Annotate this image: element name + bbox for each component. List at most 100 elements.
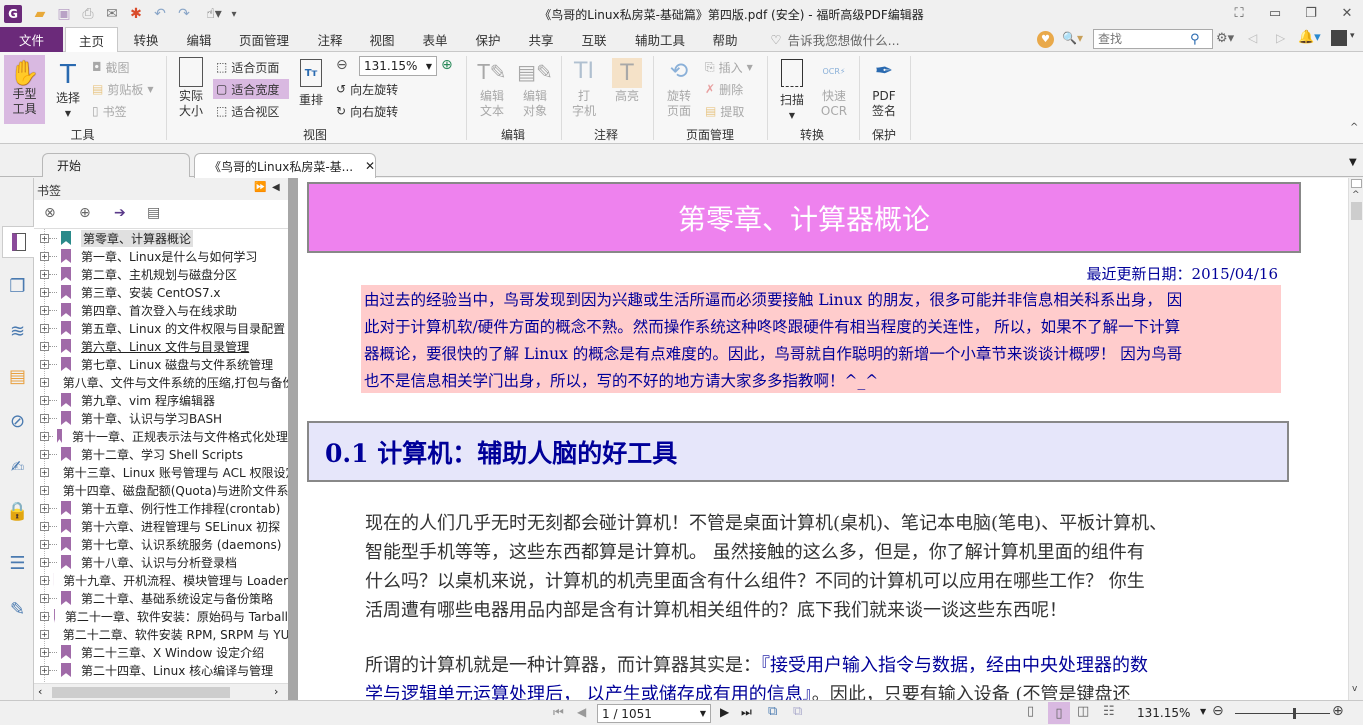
- expand-icon[interactable]: +: [40, 413, 49, 423]
- expand-icon[interactable]: +: [40, 557, 49, 567]
- clipboard-button[interactable]: ▤ 剪贴板 ▼: [92, 79, 154, 99]
- form-fields-icon[interactable]: ☰: [4, 550, 31, 576]
- continuous-page-icon[interactable]: ▯: [1048, 702, 1070, 724]
- continuous-facing-icon[interactable]: ☷: [1103, 704, 1115, 719]
- expand-icon[interactable]: +: [40, 341, 49, 351]
- tab-form[interactable]: 表单: [413, 27, 457, 52]
- expand-icon[interactable]: +: [40, 629, 49, 639]
- bookmark-item[interactable]: + 第十六章、进程管理与 SELinux 初探: [34, 517, 288, 535]
- edit-text-button[interactable]: T✎ 编辑 文本: [474, 55, 510, 124]
- collapse-ribbon-icon[interactable]: ^: [1350, 122, 1358, 133]
- scroll-down-icon[interactable]: v: [1352, 684, 1357, 694]
- screenshot-button[interactable]: ◘ 截图: [92, 57, 130, 77]
- expand-icon[interactable]: +: [40, 467, 49, 477]
- goto-bookmark-icon[interactable]: ➔: [114, 205, 126, 221]
- next-view-icon[interactable]: ⧉: [793, 704, 802, 719]
- zoom-level[interactable]: 131.15%: [1137, 706, 1190, 720]
- tab-share[interactable]: 共享: [519, 27, 563, 52]
- bookmark-item[interactable]: + 第一章、Linux是什么与如何学习: [34, 247, 288, 265]
- expand-icon[interactable]: +: [40, 359, 49, 369]
- hand-tool-button[interactable]: ✋ 手型 工具: [4, 55, 45, 124]
- certify-icon[interactable]: ✎: [4, 596, 31, 622]
- bookmark-item[interactable]: + 第十五章、例行性工作排程(crontab): [34, 499, 288, 517]
- bookmark-item[interactable]: + 第十九章、开机流程、模块管理与 Loader: [34, 571, 288, 589]
- bookmark-item[interactable]: + 第十三章、Linux 账号管理与 ACL 权限设定: [34, 463, 288, 481]
- tab-start[interactable]: 开始: [42, 153, 190, 177]
- expand-icon[interactable]: +: [40, 593, 49, 603]
- attachments-icon[interactable]: ⊘: [4, 408, 31, 434]
- bookmark-item[interactable]: + 第二十二章、软件安装 RPM, SRPM 与 YUM: [34, 625, 288, 643]
- panel-collapse-icon[interactable]: ◀: [272, 182, 280, 193]
- expand-icon[interactable]: +: [40, 647, 49, 657]
- expand-icon[interactable]: +: [40, 575, 49, 585]
- panel-expand-icon[interactable]: ⏩: [254, 182, 266, 193]
- zoom-in-icon[interactable]: ⊕: [1332, 703, 1344, 719]
- bookmark-item[interactable]: + 第二十一章、软件安装：原始码与 Tarball: [34, 607, 288, 625]
- delete-page-button[interactable]: ✗ 删除: [705, 79, 743, 99]
- add-bookmark-icon[interactable]: ⊕: [79, 205, 91, 221]
- bookmark-item[interactable]: + 第十章、认识与学习BASH: [34, 409, 288, 427]
- single-page-icon[interactable]: ▯: [1027, 704, 1034, 719]
- close-icon[interactable]: ✕: [1334, 3, 1360, 23]
- zoom-slider-thumb[interactable]: [1292, 708, 1296, 719]
- expand-icon[interactable]: +: [40, 395, 49, 405]
- scroll-thumb[interactable]: [52, 687, 230, 698]
- fit-page-button[interactable]: ⬚ 适合页面: [216, 57, 279, 77]
- pages-icon[interactable]: ❐: [4, 273, 31, 299]
- expand-icon[interactable]: +: [40, 665, 49, 675]
- fullscreen-icon[interactable]: ⛶: [1226, 3, 1252, 23]
- bookmark-item[interactable]: + 第五章、Linux 的文件权限与目录配置: [34, 319, 288, 337]
- next-nav-icon[interactable]: ▷: [1276, 31, 1290, 48]
- fit-width-button[interactable]: ▢ 适合宽度: [213, 79, 289, 99]
- zoom-out-icon[interactable]: ⊖: [336, 57, 348, 73]
- highlight-button[interactable]: T 高亮: [608, 55, 646, 124]
- expand-icon[interactable]: +: [40, 323, 49, 333]
- quick-ocr-button[interactable]: OCR⚡ 快速 OCR: [815, 55, 853, 124]
- select-button[interactable]: T 选择 ▼: [50, 55, 86, 124]
- zoom-slider[interactable]: [1235, 708, 1330, 719]
- panel-splitter[interactable]: [288, 178, 298, 700]
- expand-icon[interactable]: +: [40, 377, 49, 387]
- expand-icon[interactable]: +: [40, 269, 49, 279]
- tab-protect[interactable]: 保护: [466, 27, 510, 52]
- tab-page-management[interactable]: 页面管理: [232, 27, 296, 52]
- delete-bookmark-icon[interactable]: ⊗: [44, 205, 56, 221]
- zoom-dropdown-icon[interactable]: ▼: [1200, 707, 1206, 716]
- zoom-select[interactable]: 131.15% ▼: [359, 56, 437, 76]
- expand-icon[interactable]: +: [40, 431, 49, 441]
- bookmark-item[interactable]: + 第二十三章、X Window 设定介绍: [34, 643, 288, 661]
- vertical-scrollbar[interactable]: ^ v: [1348, 178, 1363, 700]
- tab-convert[interactable]: 转换: [124, 27, 168, 52]
- first-page-icon[interactable]: ⏮: [553, 705, 564, 720]
- tell-me-box[interactable]: ♡ 告诉我您想做什么...: [765, 27, 905, 52]
- typewriter-button[interactable]: TI 打 字机: [566, 55, 602, 124]
- bookmark-item[interactable]: + 第二章、主机规划与磁盘分区: [34, 265, 288, 283]
- scroll-up-icon[interactable]: ^: [1352, 190, 1360, 200]
- actual-size-button[interactable]: 实际 大小: [173, 55, 209, 124]
- bookmark-properties-icon[interactable]: ▤: [147, 205, 160, 221]
- expand-icon[interactable]: +: [40, 611, 49, 621]
- zoom-in-icon[interactable]: ⊕: [441, 57, 453, 73]
- bookmark-item[interactable]: + 第零章、计算器概论: [34, 229, 288, 247]
- bookmarks-icon[interactable]: [2, 226, 34, 258]
- bookmark-item[interactable]: + 第六章、Linux 文件与目录管理: [34, 337, 288, 355]
- prev-page-icon[interactable]: ◀: [577, 705, 586, 719]
- bookmark-item[interactable]: + 第二十章、基础系统设定与备份策略: [34, 589, 288, 607]
- tab-edit[interactable]: 编辑: [177, 27, 221, 52]
- tab-view[interactable]: 视图: [360, 27, 404, 52]
- bookmark-item[interactable]: + 第十一章、正规表示法与文件格式化处理: [34, 427, 288, 445]
- bookmark-item[interactable]: + 第十八章、认识与分析登录档: [34, 553, 288, 571]
- rotate-right-button[interactable]: ↻ 向右旋转: [336, 101, 398, 121]
- bookmark-item[interactable]: + 第十四章、磁盘配额(Quota)与进阶文件系统管理: [34, 481, 288, 499]
- pdf-sign-button[interactable]: ✒ PDF 签名: [866, 55, 902, 124]
- tab-accessibility[interactable]: 辅助工具: [628, 27, 692, 52]
- prev-nav-icon[interactable]: ◁: [1248, 31, 1262, 48]
- scan-button[interactable]: 扫描 ▼: [774, 55, 810, 124]
- bookmark-item[interactable]: + 第十二章、学习 Shell Scripts: [34, 445, 288, 463]
- bookmark-button[interactable]: ▯ 书签: [92, 101, 127, 121]
- bookmark-item[interactable]: + 第二十四章、Linux 核心编译与管理: [34, 661, 288, 679]
- horizontal-scrollbar[interactable]: ‹ ›: [34, 683, 288, 700]
- last-page-icon[interactable]: ⏭: [741, 705, 752, 720]
- tab-home[interactable]: 主页: [65, 27, 118, 53]
- edit-object-button[interactable]: ▤✎ 编辑 对象: [514, 55, 556, 124]
